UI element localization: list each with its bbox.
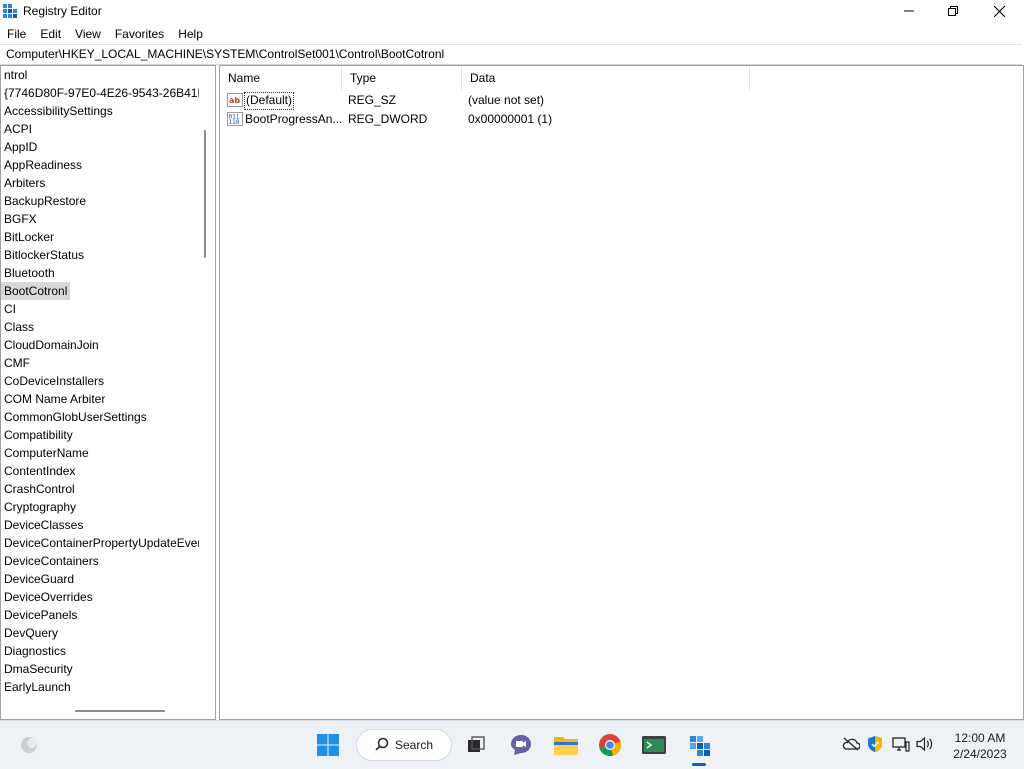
tree-key-item[interactable]: Arbiters — [1, 174, 48, 192]
terminal-icon[interactable] — [638, 727, 670, 763]
tree-key-item[interactable]: ContentIndex — [1, 462, 78, 480]
file-explorer-icon[interactable] — [550, 727, 582, 763]
regedit-icon[interactable] — [684, 727, 716, 763]
tree-key-item[interactable]: DeviceOverrides — [1, 588, 96, 606]
tree-key-item[interactable]: DeviceGuard — [1, 570, 77, 588]
tree-key-item[interactable]: CommonGlobUserSettings — [1, 408, 150, 426]
string-value-icon: ab — [227, 92, 243, 108]
values-pane[interactable]: Name Type Data ab (Default) REG_SZ (valu… — [219, 65, 1024, 720]
tree-key-item[interactable]: DevicePanels — [1, 606, 80, 624]
menu-bar: File Edit View Favorites Help — [0, 23, 210, 43]
taskbar: Search 12:00 AM 2/24/2023 — [0, 720, 1024, 769]
clock-time: 12:00 AM — [954, 731, 1006, 745]
tree-key-item[interactable]: BootCotronl — [1, 282, 71, 300]
taskbar-search-box[interactable]: Search — [356, 729, 452, 761]
tree-key-item[interactable]: BackupRestore — [1, 192, 89, 210]
title-bar: Registry Editor — [0, 0, 1024, 22]
tree-key-item[interactable]: ACPI — [1, 120, 35, 138]
value-data: (value not set) — [468, 93, 545, 107]
search-icon — [375, 737, 389, 754]
volume-icon[interactable] — [916, 735, 934, 753]
menu-favorites[interactable]: Favorites — [108, 23, 171, 43]
minimize-button[interactable] — [886, 0, 932, 22]
tree-key-item[interactable]: Bluetooth — [1, 264, 58, 282]
tree-key-item[interactable]: Cryptography — [1, 498, 79, 516]
tree-key-item[interactable]: ComputerName — [1, 444, 92, 462]
value-name[interactable]: (Default) — [244, 92, 295, 110]
tree-key-item[interactable]: DmaSecurity — [1, 660, 76, 678]
column-header-data[interactable]: Data — [462, 66, 750, 90]
menu-edit[interactable]: Edit — [33, 23, 68, 43]
tree-key-item[interactable]: CloudDomainJoin — [1, 336, 102, 354]
value-data: 0x00000001 (1) — [468, 112, 553, 126]
tree-horizontal-scrollbar[interactable] — [1, 703, 199, 717]
tree-vertical-scrollbar[interactable] — [199, 66, 213, 702]
value-row[interactable]: ab (Default) REG_SZ (value not set) — [220, 91, 1023, 110]
tree-key-item[interactable]: ntrol — [1, 66, 30, 84]
svg-text:110: 110 — [229, 119, 240, 126]
value-type: REG_DWORD — [348, 112, 428, 126]
onedrive-icon[interactable] — [842, 735, 860, 753]
column-header-name[interactable]: Name — [220, 66, 342, 90]
tree-key-item[interactable]: AppID — [1, 138, 40, 156]
menu-file[interactable]: File — [0, 23, 33, 43]
tree-key-item[interactable]: AccessibilitySettings — [1, 102, 116, 120]
system-clock[interactable]: 12:00 AM 2/24/2023 — [940, 730, 1020, 762]
network-icon[interactable] — [892, 735, 910, 753]
tree-key-item[interactable]: AppReadiness — [1, 156, 85, 174]
start-icon[interactable] — [312, 727, 344, 763]
tree-key-item[interactable]: EarlyLaunch — [1, 678, 74, 696]
column-header-type[interactable]: Type — [342, 66, 462, 90]
tree-key-item[interactable]: CrashControl — [1, 480, 78, 498]
tree-key-item[interactable]: Class — [1, 318, 37, 336]
value-type: REG_SZ — [348, 93, 397, 107]
tree-key-item[interactable]: CMF — [1, 354, 33, 372]
clock-date: 2/24/2023 — [953, 747, 1007, 761]
tree-key-item[interactable]: DeviceContainerPropertyUpdateEver — [1, 534, 199, 552]
registry-editor-icon — [3, 4, 17, 18]
tree-key-item[interactable]: {7746D80F-97E0-4E26-9543-26B41FC2 — [1, 84, 199, 102]
tree-key-item[interactable]: BGFX — [1, 210, 40, 228]
tree-key-item[interactable]: COM Name Arbiter — [1, 390, 108, 408]
tree-horizontal-scroll-thumb[interactable] — [75, 710, 165, 712]
window-title: Registry Editor — [23, 4, 102, 18]
tree-key-item[interactable]: DeviceClasses — [1, 516, 86, 534]
value-row[interactable]: 011 110 BootProgressAn... REG_DWORD 0x00… — [220, 110, 1023, 129]
search-label: Search — [395, 738, 434, 752]
address-bar[interactable]: Computer\HKEY_LOCAL_MACHINE\SYSTEM\Contr… — [0, 44, 1022, 65]
chrome-icon[interactable] — [594, 727, 626, 763]
weather-icon[interactable] — [14, 727, 44, 763]
chat-icon[interactable] — [506, 727, 536, 763]
close-button[interactable] — [976, 0, 1022, 22]
active-app-indicator — [692, 763, 706, 766]
svg-text:ab: ab — [229, 96, 240, 105]
defender-icon[interactable] — [866, 735, 884, 753]
binary-value-icon: 011 110 — [227, 111, 243, 127]
tree-vertical-scroll-thumb[interactable] — [204, 130, 206, 258]
tree-key-item[interactable]: DeviceContainers — [1, 552, 102, 570]
address-path[interactable]: Computer\HKEY_LOCAL_MACHINE\SYSTEM\Contr… — [6, 47, 444, 61]
tree-key-item[interactable]: Compatibility — [1, 426, 76, 444]
tree-key-item[interactable]: DevQuery — [1, 624, 61, 642]
tree-key-item[interactable]: Diagnostics — [1, 642, 69, 660]
menu-help[interactable]: Help — [171, 23, 210, 43]
restore-button[interactable] — [930, 0, 976, 22]
tree-key-item[interactable]: BitlockerStatus — [1, 246, 87, 264]
tree-key-item[interactable]: CI — [1, 300, 19, 318]
value-name[interactable]: BootProgressAn... — [244, 111, 343, 127]
tree-key-item[interactable]: BitLocker — [1, 228, 57, 246]
menu-view[interactable]: View — [68, 23, 108, 43]
key-tree-pane[interactable]: ntrol {7746D80F-97E0-4E26-9543-26B41FC2 Ac… — [0, 65, 216, 720]
tree-key-item[interactable]: CoDeviceInstallers — [1, 372, 107, 390]
task-view-icon[interactable] — [462, 727, 490, 763]
